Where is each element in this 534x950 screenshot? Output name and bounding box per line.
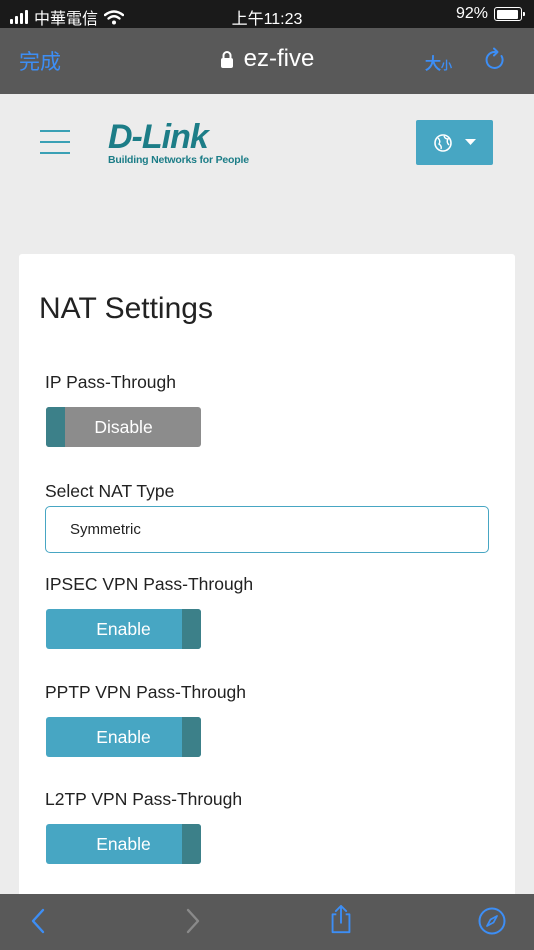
status-time: 上午11:23 bbox=[231, 11, 303, 28]
toggle-state: Enable bbox=[96, 618, 151, 639]
hamburger-icon[interactable] bbox=[40, 130, 70, 154]
toggle-knob bbox=[182, 824, 201, 864]
share-icon[interactable] bbox=[326, 904, 356, 934]
lock-icon bbox=[220, 51, 233, 68]
toggle-state: Enable bbox=[96, 833, 151, 854]
logo-brand: D-Link bbox=[108, 118, 209, 156]
compass-icon[interactable] bbox=[477, 906, 507, 936]
text-size-large: 大 bbox=[425, 56, 442, 73]
toggle-knob bbox=[182, 609, 201, 649]
nat-settings-card: NAT Settings IP Pass-Through Disable Sel… bbox=[19, 254, 515, 894]
ipsec-toggle[interactable]: Enable bbox=[46, 609, 201, 649]
back-icon[interactable] bbox=[24, 906, 54, 936]
language-button[interactable] bbox=[416, 120, 493, 165]
nat-type-label: Select NAT Type bbox=[45, 481, 175, 501]
caret-down-icon bbox=[465, 139, 476, 145]
nat-type-select[interactable]: Symmetric bbox=[45, 506, 489, 553]
l2tp-toggle[interactable]: Enable bbox=[46, 824, 201, 864]
pptp-label: PPTP VPN Pass-Through bbox=[45, 682, 247, 702]
toggle-state: Enable bbox=[96, 726, 151, 747]
forward-icon[interactable] bbox=[177, 906, 207, 936]
globe-icon bbox=[434, 133, 452, 152]
page-title: NAT Settings bbox=[39, 292, 213, 325]
web-page: D-Link Building Networks for People NAT … bbox=[0, 94, 534, 894]
url-display[interactable]: ez-five bbox=[0, 45, 534, 73]
battery-icon bbox=[494, 7, 525, 21]
toggle-knob bbox=[182, 717, 201, 757]
ip-passthrough-toggle[interactable]: Disable bbox=[46, 407, 201, 447]
dlink-logo: D-Link Building Networks for People bbox=[108, 120, 249, 166]
reload-icon[interactable] bbox=[482, 47, 508, 73]
logo-tagline: Building Networks for People bbox=[108, 154, 249, 166]
text-size-small: 小 bbox=[441, 60, 453, 72]
ip-passthrough-label: IP Pass-Through bbox=[45, 372, 176, 392]
browser-bottom-bar bbox=[0, 894, 534, 950]
battery-percent: 92% bbox=[455, 5, 488, 22]
status-bar: 中華電信 上午11:23 92% bbox=[0, 0, 534, 28]
ipsec-label: IPSEC VPN Pass-Through bbox=[45, 574, 254, 594]
url-text: ez-five bbox=[243, 45, 315, 72]
pptp-toggle[interactable]: Enable bbox=[46, 717, 201, 757]
l2tp-label: L2TP VPN Pass-Through bbox=[45, 789, 243, 809]
text-size-button[interactable]: 大小 bbox=[425, 50, 452, 74]
toggle-knob bbox=[46, 407, 65, 447]
browser-top-bar: 完成 ez-five 大小 bbox=[0, 28, 534, 94]
toggle-state: Disable bbox=[94, 416, 153, 437]
page-header: D-Link Building Networks for People bbox=[0, 94, 534, 194]
